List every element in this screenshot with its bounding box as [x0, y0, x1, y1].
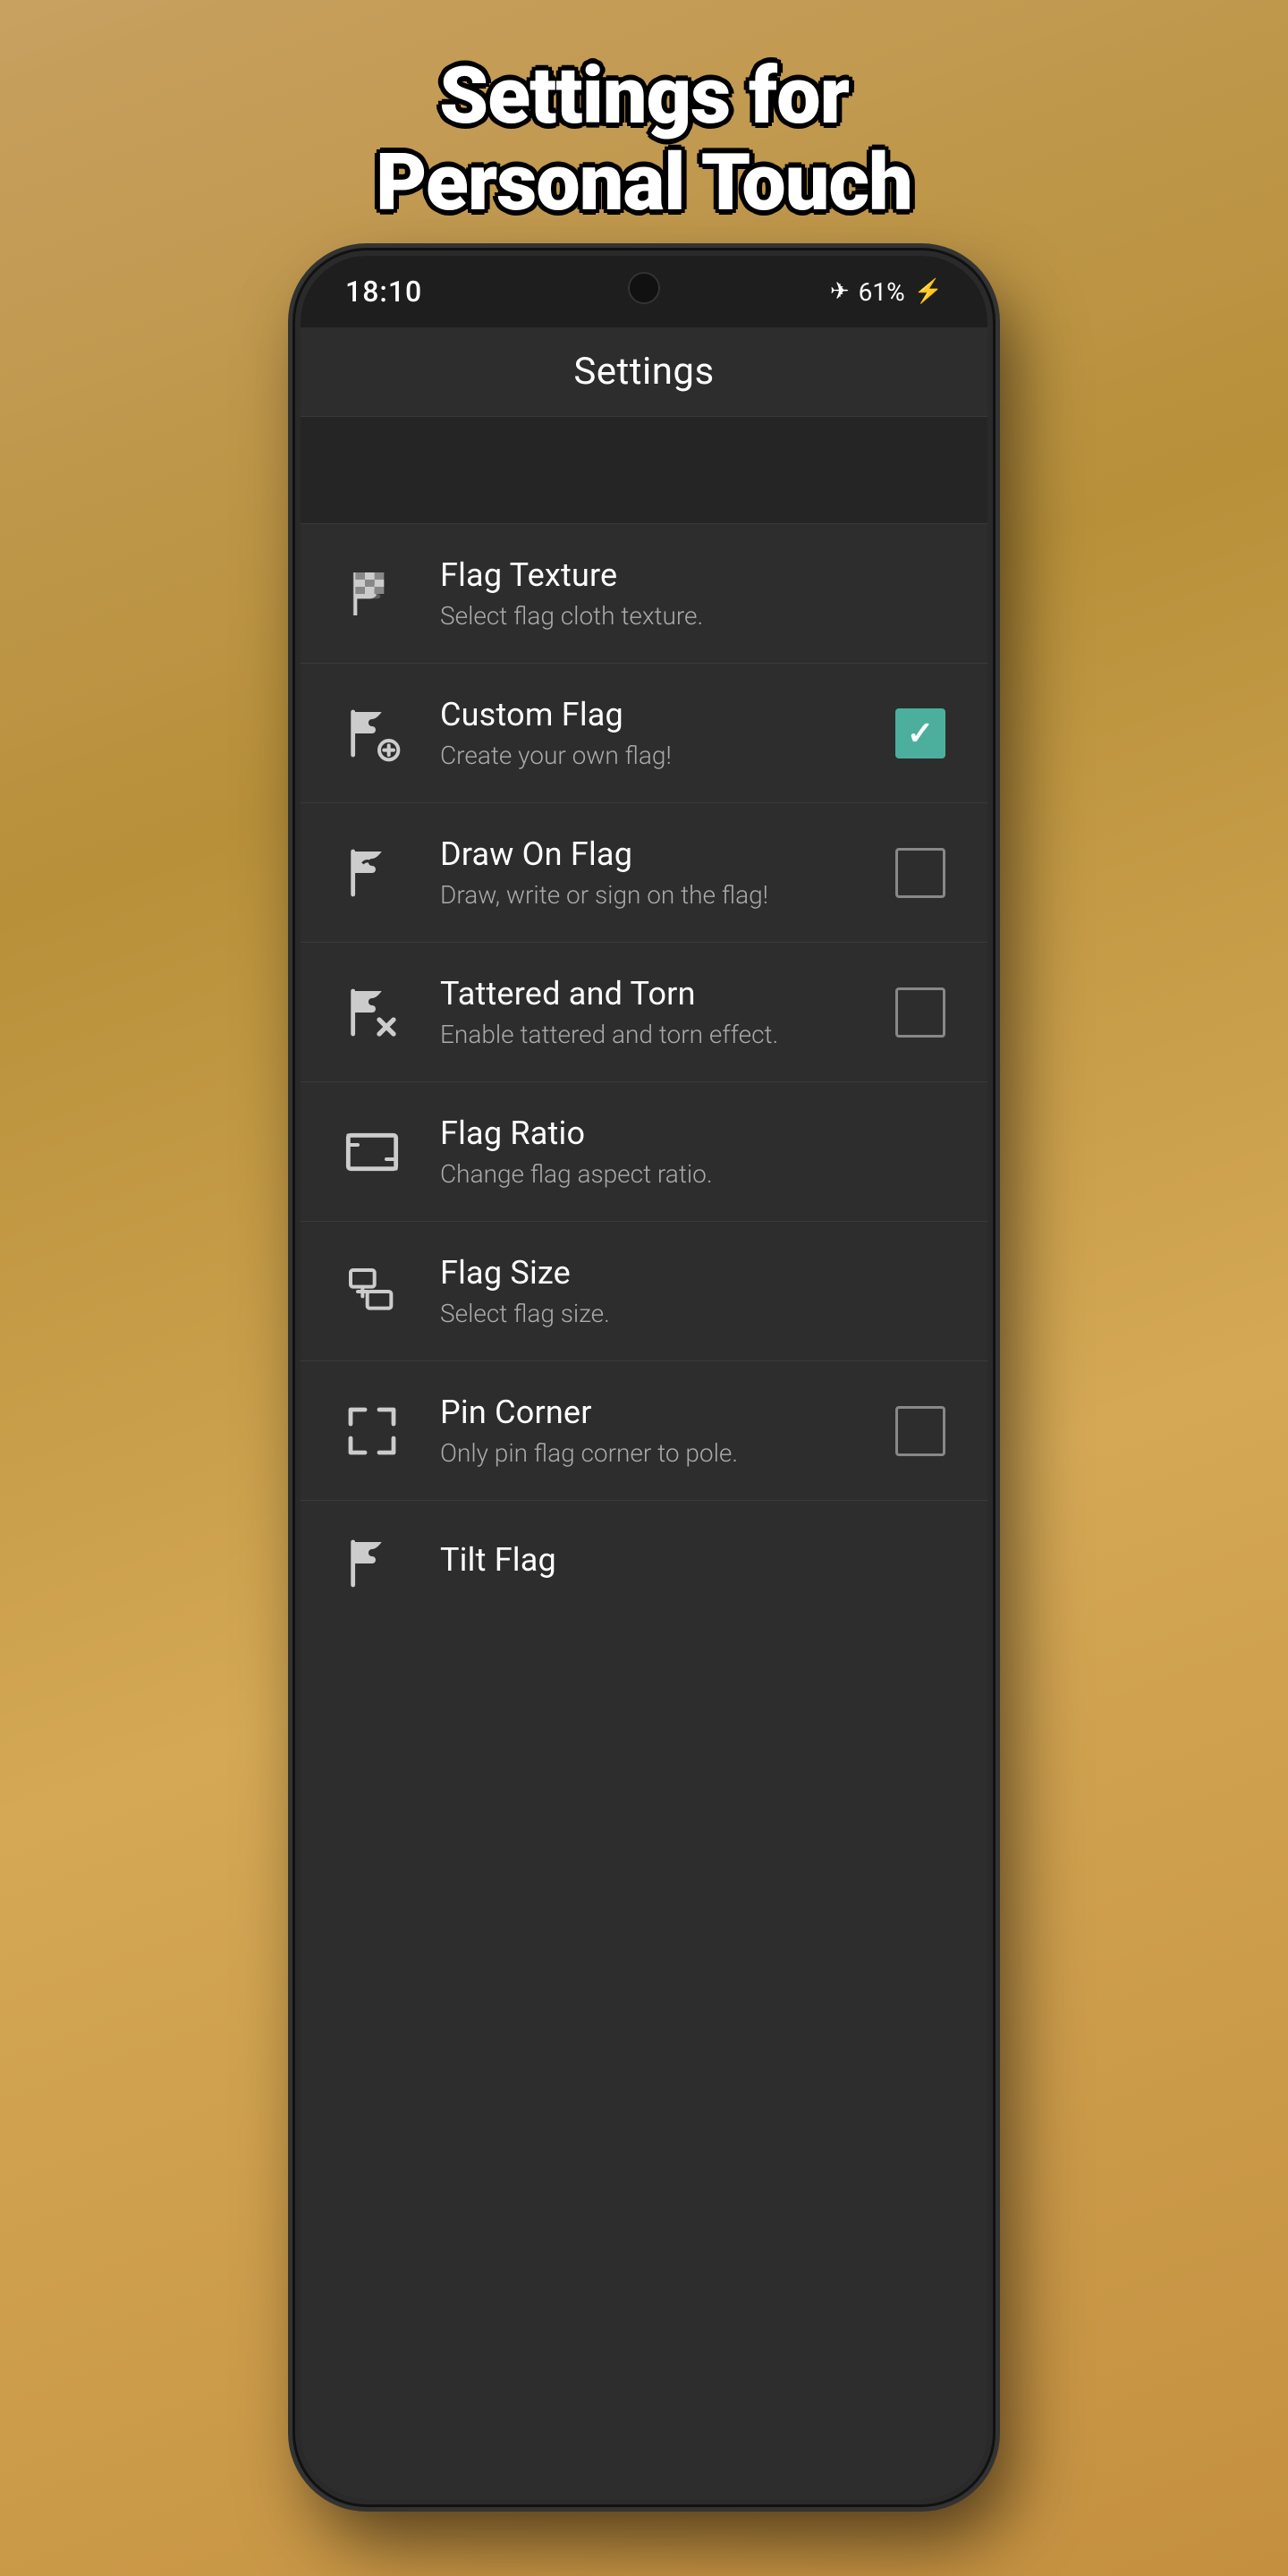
pin-corner-text: Pin Corner Only pin flag corner to pole.: [440, 1394, 871, 1468]
flag-ratio-subtitle: Change flag aspect ratio.: [440, 1159, 952, 1189]
flag-size-icon: [336, 1256, 408, 1327]
status-bar: 18:10 ✈ 61% ⚡: [301, 256, 987, 327]
flag-ratio-text: Flag Ratio Change flag aspect ratio.: [440, 1114, 952, 1189]
phone-screen: 18:10 ✈ 61% ⚡ Settings: [301, 256, 987, 2499]
settings-item-flag-texture[interactable]: Flag Texture Select flag cloth texture.: [301, 524, 987, 664]
flag-ratio-icon: [336, 1116, 408, 1188]
custom-flag-subtitle: Create your own flag!: [440, 741, 871, 770]
checkbox-empty-pin-corner[interactable]: [895, 1406, 945, 1456]
tattered-torn-subtitle: Enable tattered and torn effect.: [440, 1020, 871, 1049]
settings-item-flag-ratio[interactable]: Flag Ratio Change flag aspect ratio.: [301, 1082, 987, 1222]
tilt-flag-icon: [336, 1528, 408, 1599]
checkbox-empty-draw-on-flag[interactable]: [895, 848, 945, 898]
draw-on-flag-title: Draw On Flag: [440, 835, 871, 873]
tattered-torn-icon: [336, 977, 408, 1048]
camera-notch: [628, 272, 660, 304]
settings-list: Flag Texture Select flag cloth texture.: [301, 524, 987, 2499]
flag-size-title: Flag Size: [440, 1254, 952, 1292]
flag-texture-subtitle: Select flag cloth texture.: [440, 601, 952, 631]
phone-wrapper: 18:10 ✈ 61% ⚡ Settings: [295, 250, 993, 2504]
flag-ratio-title: Flag Ratio: [440, 1114, 952, 1152]
settings-item-tilt-flag[interactable]: Tilt Flag: [301, 1501, 987, 1608]
draw-on-flag-checkbox[interactable]: [889, 842, 952, 904]
draw-on-flag-icon: [336, 837, 408, 909]
pin-corner-icon: [336, 1395, 408, 1467]
tattered-torn-checkbox[interactable]: [889, 981, 952, 1044]
custom-flag-text: Custom Flag Create your own flag!: [440, 696, 871, 770]
page-title: Settings for Personal Touch: [376, 54, 912, 227]
app-toolbar: Settings: [301, 327, 987, 417]
settings-item-flag-size[interactable]: Flag Size Select flag size.: [301, 1222, 987, 1361]
battery-percent: 61%: [859, 277, 905, 307]
empty-section: [301, 417, 987, 524]
flag-texture-icon: [336, 558, 408, 630]
airplane-mode-icon: ✈: [830, 278, 850, 305]
flag-texture-text: Flag Texture Select flag cloth texture.: [440, 556, 952, 631]
settings-item-draw-on-flag[interactable]: Draw On Flag Draw, write or sign on the …: [301, 803, 987, 943]
flag-size-text: Flag Size Select flag size.: [440, 1254, 952, 1328]
checkbox-checked-custom-flag[interactable]: [895, 708, 945, 758]
pin-corner-checkbox[interactable]: [889, 1400, 952, 1462]
pin-corner-subtitle: Only pin flag corner to pole.: [440, 1438, 871, 1468]
draw-on-flag-text: Draw On Flag Draw, write or sign on the …: [440, 835, 871, 910]
flag-size-subtitle: Select flag size.: [440, 1299, 952, 1328]
phone-frame: 18:10 ✈ 61% ⚡ Settings: [295, 250, 993, 2504]
custom-flag-checkbox[interactable]: [889, 702, 952, 765]
tattered-torn-text: Tattered and Torn Enable tattered and to…: [440, 975, 871, 1049]
custom-flag-title: Custom Flag: [440, 696, 871, 733]
status-icons: ✈ 61% ⚡: [830, 277, 943, 307]
page-title-line2: Personal Touch: [376, 137, 912, 229]
page-title-line1: Settings for: [439, 50, 849, 142]
tilt-flag-title: Tilt Flag: [440, 1541, 952, 1579]
app-toolbar-title: Settings: [573, 350, 714, 394]
checkbox-empty-tattered-torn[interactable]: [895, 987, 945, 1038]
tilt-flag-text: Tilt Flag: [440, 1541, 952, 1586]
settings-item-pin-corner[interactable]: Pin Corner Only pin flag corner to pole.: [301, 1361, 987, 1501]
settings-item-custom-flag[interactable]: Custom Flag Create your own flag!: [301, 664, 987, 803]
settings-item-tattered-torn[interactable]: Tattered and Torn Enable tattered and to…: [301, 943, 987, 1082]
battery-icon: ⚡: [914, 278, 943, 305]
status-time: 18:10: [345, 275, 422, 309]
draw-on-flag-subtitle: Draw, write or sign on the flag!: [440, 880, 871, 910]
tattered-torn-title: Tattered and Torn: [440, 975, 871, 1013]
custom-flag-icon: [336, 698, 408, 769]
flag-texture-title: Flag Texture: [440, 556, 952, 594]
pin-corner-title: Pin Corner: [440, 1394, 871, 1431]
